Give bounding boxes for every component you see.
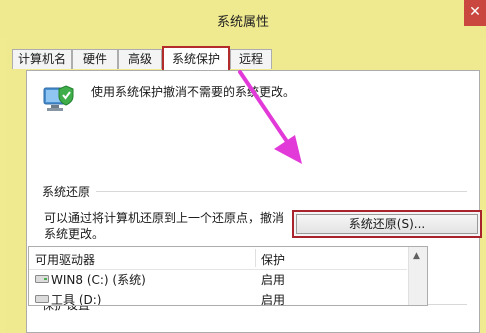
table-header: 可用驱动器 保护 (29, 247, 407, 270)
computer-shield-icon (43, 85, 74, 111)
restore-section-divider (42, 191, 467, 192)
tab-strip: 计算机名 硬件 高级 系统保护 远程 (12, 46, 468, 70)
tab-remote[interactable]: 远程 (230, 49, 272, 69)
tab-system-protection[interactable]: 系统保护 (162, 46, 230, 70)
drive-protection: 启用 (261, 293, 286, 306)
table-row[interactable]: 工具 (D:) 启用 (29, 289, 407, 306)
column-separator[interactable] (255, 249, 256, 267)
vertical-scrollbar[interactable]: ▲ (408, 247, 427, 305)
system-restore-button-label: 系统还原(S)... (296, 214, 478, 234)
restore-section-title: 系统还原 (42, 183, 97, 200)
drive-icon (35, 275, 49, 283)
restore-description: 可以通过将计算机还原到上一个还原点，撤消系统更改。 (44, 211, 285, 241)
window-title: 系统属性 (216, 15, 269, 30)
scroll-up-icon[interactable]: ▲ (413, 251, 420, 261)
system-restore-button[interactable]: 系统还原(S)... (292, 210, 482, 238)
close-button[interactable]: ✕ (464, 0, 486, 26)
drive-name: WIN8 (C:) (系统) (51, 273, 146, 287)
drive-protection: 启用 (261, 273, 286, 287)
column-header-protection[interactable]: 保护 (261, 251, 285, 268)
tab-computer-name[interactable]: 计算机名 (12, 49, 72, 69)
drive-table: 可用驱动器 保护 WIN8 (C:) (系统) 启用 工具 (D:) 启用 ▲ (28, 246, 428, 306)
protection-description: 使用系统保护撤消不需要的系统更改。 (91, 85, 296, 99)
table-row[interactable]: WIN8 (C:) (系统) 启用 (29, 269, 407, 289)
title-bar: 系统属性 ✕ (0, 0, 486, 38)
tab-advanced[interactable]: 高级 (118, 49, 162, 69)
drive-icon (35, 295, 49, 303)
tab-hardware[interactable]: 硬件 (72, 49, 118, 69)
column-header-drives[interactable]: 可用驱动器 (35, 251, 95, 268)
drive-name: 工具 (D:) (51, 293, 102, 306)
